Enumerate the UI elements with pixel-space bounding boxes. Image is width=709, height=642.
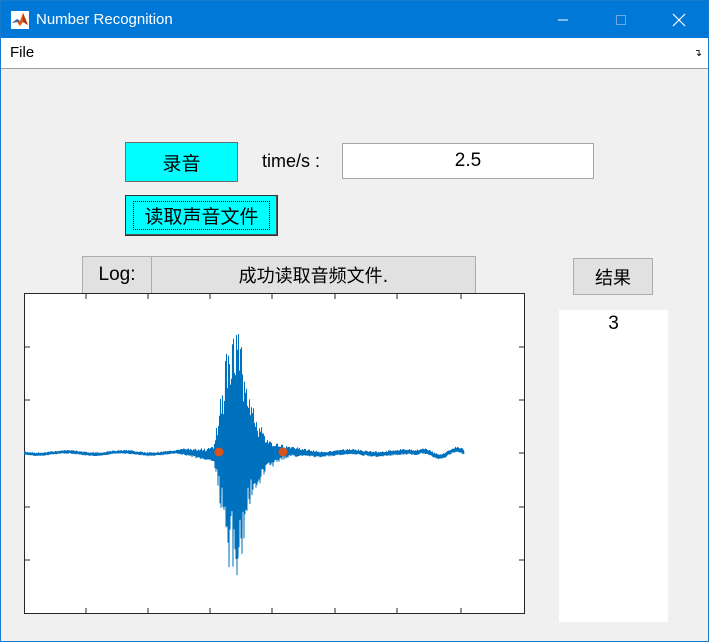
maximize-button[interactable] xyxy=(598,1,644,38)
minimize-button[interactable] xyxy=(540,1,586,38)
matlab-icon xyxy=(11,11,29,29)
read-file-button[interactable]: 读取声音文件 xyxy=(125,195,278,236)
window-title: Number Recognition xyxy=(36,11,173,28)
result-list[interactable]: 3 xyxy=(559,310,668,622)
time-label: time/s : xyxy=(262,151,321,171)
menu-file[interactable]: File xyxy=(10,44,34,61)
record-button-label: 录音 xyxy=(162,152,201,175)
time-input[interactable]: 2.5 xyxy=(342,143,594,179)
maximize-icon xyxy=(616,14,626,25)
result-button[interactable]: 结果 xyxy=(573,258,653,295)
waveform-plot[interactable] xyxy=(24,293,525,614)
segment-end-marker xyxy=(278,447,288,457)
segment-start-marker xyxy=(214,447,224,457)
close-icon xyxy=(672,13,686,26)
record-button[interactable]: 录音 xyxy=(125,142,238,182)
close-button[interactable] xyxy=(656,1,702,38)
result-value: 3 xyxy=(608,313,619,334)
title-bar[interactable]: Number Recognition xyxy=(1,1,708,38)
log-label: Log: xyxy=(82,256,152,294)
app-window: Number Recognition File ↴ 录音 time/s : 2.… xyxy=(0,0,709,642)
log-message: 成功读取音频文件. xyxy=(151,256,476,294)
menu-bar: File ↴ xyxy=(1,38,708,69)
minimize-icon xyxy=(558,19,568,20)
read-file-button-label: 读取声音文件 xyxy=(133,201,270,230)
dock-arrow-icon[interactable]: ↴ xyxy=(694,48,702,59)
